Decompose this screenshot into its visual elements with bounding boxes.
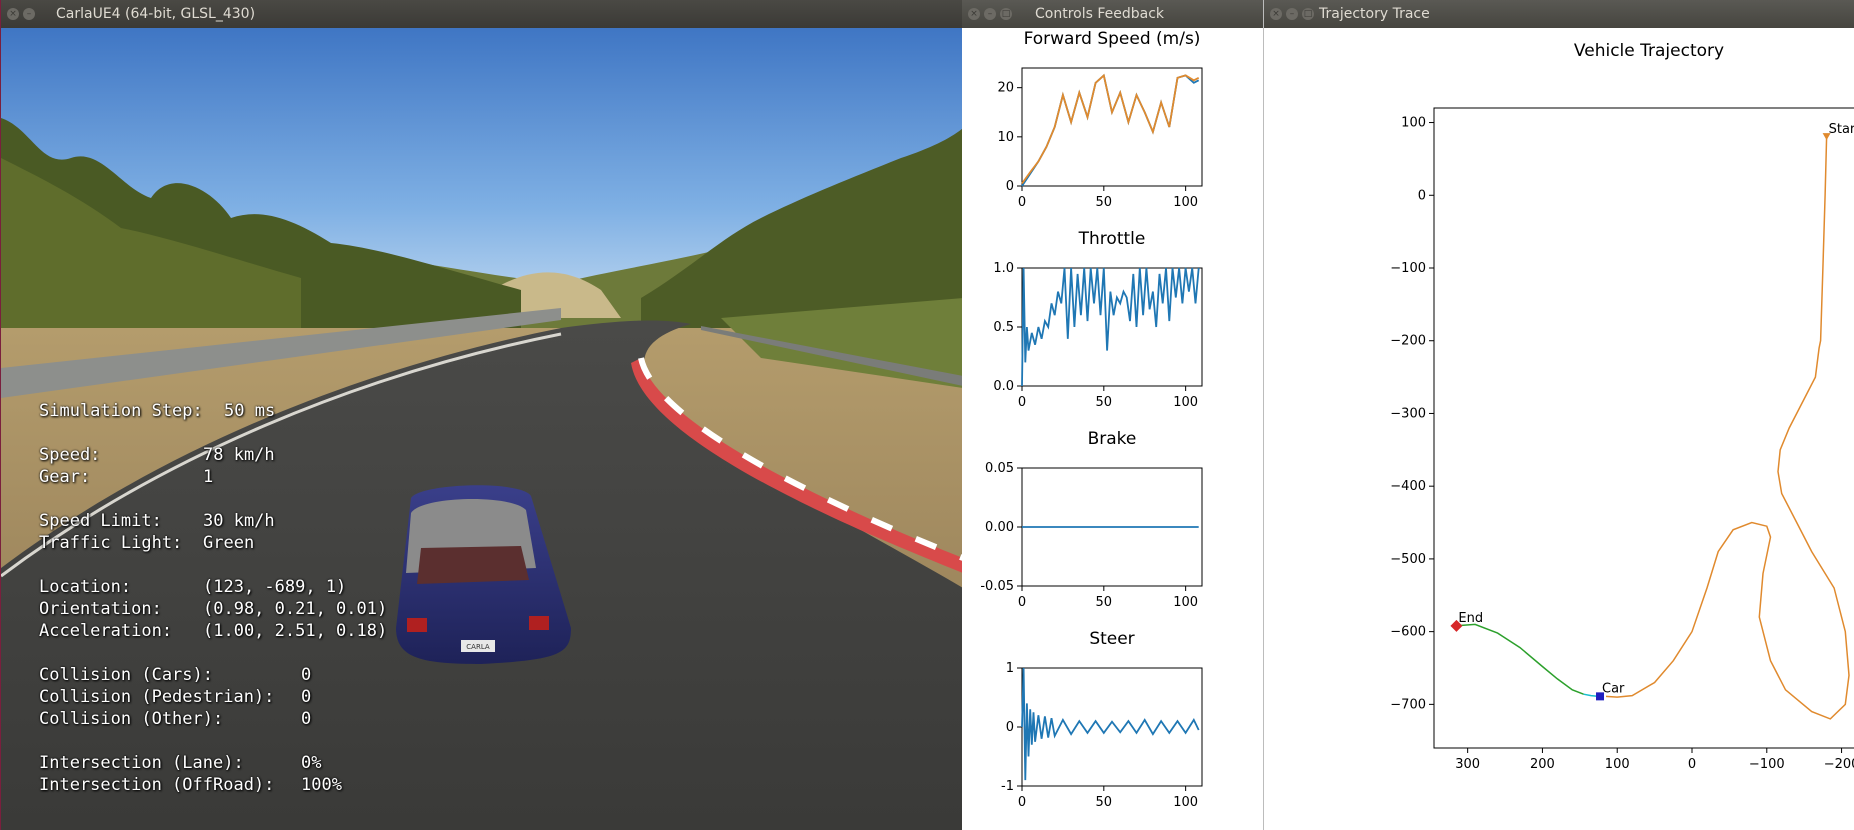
y-tick-label: 0.00 <box>985 520 1014 535</box>
controls-titlebar[interactable]: × – □ Controls Feedback <box>962 0 1263 28</box>
minimize-icon[interactable]: – <box>984 8 996 20</box>
x-tick-label: 50 <box>1096 595 1113 610</box>
controls-window-title: Controls Feedback <box>1035 6 1165 22</box>
x-tick-label: 100 <box>1173 195 1198 210</box>
x-tick-label: 100 <box>1173 395 1198 410</box>
trajectory-window-title: Trajectory Trace <box>1319 6 1430 22</box>
y-tick-label: 0.0 <box>993 379 1014 394</box>
close-icon[interactable]: × <box>968 8 980 20</box>
chart-0: Forward Speed (m/s) 0 50 100 0 10 20 <box>997 29 1203 210</box>
chart-title: Steer <box>1089 629 1134 649</box>
chart-2: Brake 0 50 100 -0.05 0.00 0.05 <box>980 429 1203 610</box>
x-tick-label: 50 <box>1096 195 1113 210</box>
chart-title: Vehicle Trajectory <box>1574 41 1724 61</box>
chart-title: Brake <box>1088 429 1137 449</box>
x-tick-label: 0 <box>1018 195 1026 210</box>
maximize-icon[interactable]: □ <box>1302 8 1314 20</box>
controls-feedback-window[interactable]: × – □ Controls Feedback Forward Speed (m… <box>962 0 1264 830</box>
y-tick-label: −200 <box>1390 334 1426 349</box>
maximize-icon[interactable]: □ <box>1000 8 1012 20</box>
plot-area <box>1021 67 1203 187</box>
y-tick-label: 0 <box>1418 188 1426 203</box>
minimize-icon[interactable]: – <box>1286 8 1298 20</box>
x-tick-label: −100 <box>1749 757 1785 772</box>
x-tick-label: 100 <box>1605 757 1630 772</box>
minimize-icon[interactable]: – <box>23 8 35 20</box>
x-tick-label: 100 <box>1173 595 1198 610</box>
car-rear-window <box>417 546 529 584</box>
y-tick-label: −100 <box>1390 261 1426 276</box>
y-tick-label: 0.05 <box>985 461 1014 476</box>
y-tick-label: 100 <box>1401 116 1426 131</box>
trajectory-titlebar[interactable]: × – □ Trajectory Trace <box>1264 0 1854 28</box>
x-tick-label: 0 <box>1018 795 1026 810</box>
close-icon[interactable]: × <box>7 8 19 20</box>
trajectory-trace-window[interactable]: × – □ Trajectory Trace Vehicle Trajector… <box>1264 0 1854 830</box>
y-tick-label: −600 <box>1390 625 1426 640</box>
marker-label: End <box>1458 611 1483 626</box>
y-tick-label: 1 <box>1006 661 1014 676</box>
x-tick-label: 50 <box>1096 795 1113 810</box>
y-tick-label: −300 <box>1390 406 1426 421</box>
x-tick-label: −200 <box>1824 757 1854 772</box>
y-tick-label: 10 <box>997 130 1014 145</box>
carla-window[interactable]: × – CarlaUE4 (64-bit, GLSL_430) CARLA Si… <box>0 0 962 830</box>
y-tick-label: -1 <box>1001 779 1014 794</box>
y-tick-label: −700 <box>1390 697 1426 712</box>
chart-title: Throttle <box>1078 229 1146 249</box>
x-tick-label: 300 <box>1455 757 1480 772</box>
marker-label: Start <box>1829 122 1854 137</box>
y-tick-label: 0 <box>1006 179 1014 194</box>
y-tick-label: 0.5 <box>993 320 1014 335</box>
x-tick-label: 100 <box>1173 795 1198 810</box>
y-tick-label: -0.05 <box>980 579 1014 594</box>
car-taillight-left <box>407 618 427 632</box>
controls-figure: Forward Speed (m/s)0 50 10001020Throttle0 5… <box>980 29 1203 810</box>
chart-3: Steer 0 50 100 -1 0 1 <box>1001 629 1203 810</box>
x-tick-label: 0 <box>1018 595 1026 610</box>
y-tick-label: −500 <box>1390 552 1426 567</box>
x-tick-label: 200 <box>1530 757 1555 772</box>
plot-area <box>1433 107 1854 749</box>
car-taillight-right <box>529 616 549 630</box>
y-tick-label: 1.0 <box>993 261 1014 276</box>
plot-area <box>1021 667 1203 787</box>
chart-title: Forward Speed (m/s) <box>1024 29 1201 49</box>
trajectory-figure: Vehicle Trajectory 300 200 100 0 −100 −200 100 0… <box>1390 41 1854 772</box>
y-tick-label: 0 <box>1006 720 1014 735</box>
close-icon[interactable]: × <box>1270 8 1282 20</box>
marker-label: Car <box>1602 681 1625 696</box>
license-plate-text: CARLA <box>466 643 490 651</box>
x-tick-label: 0 <box>1018 395 1026 410</box>
y-tick-label: −400 <box>1390 479 1426 494</box>
x-tick-label: 0 <box>1688 757 1696 772</box>
y-tick-label: 20 <box>997 81 1014 96</box>
carla-titlebar[interactable]: × – CarlaUE4 (64-bit, GLSL_430) <box>1 0 962 28</box>
x-tick-label: 50 <box>1096 395 1113 410</box>
carla-window-title: CarlaUE4 (64-bit, GLSL_430) <box>56 6 256 22</box>
chart-1: Throttle 0 50 100 0.0 0.5 1.0 <box>993 229 1203 410</box>
chart-4: Vehicle Trajectory 300 200 100 0 −100 −200 100 0… <box>1390 41 1854 772</box>
